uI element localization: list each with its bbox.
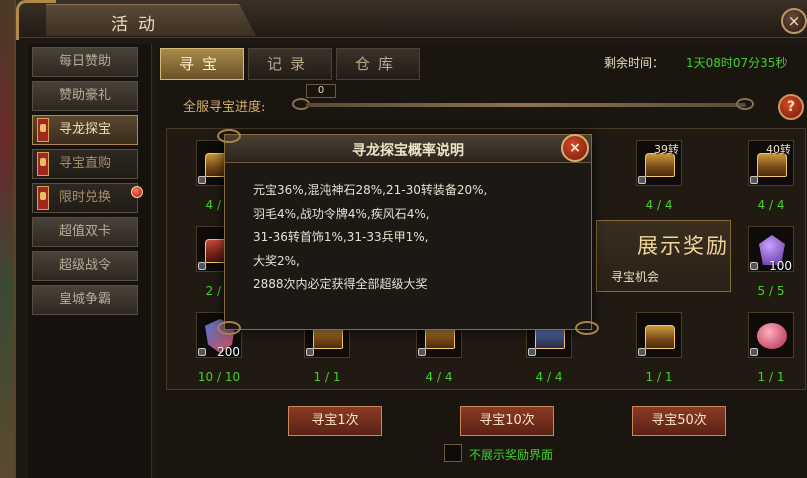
menu-item-double-card[interactable]: 超值双卡 <box>32 217 138 247</box>
tab-records[interactable]: 记录 <box>248 48 332 80</box>
activity-menu: 每日赞助 赞助豪礼 寻龙探宝 寻宝直购 限时兑换 超值双卡 超级战令 皇城争霸 <box>28 44 152 478</box>
menu-item-label: 超值双卡 <box>58 224 111 239</box>
timer-value: 1天08时07分35秒 <box>686 56 788 70</box>
hide-reward-checkbox[interactable] <box>444 444 462 462</box>
lock-icon <box>750 348 758 356</box>
treasure-ten-button[interactable]: 寻宝10次 <box>460 406 554 436</box>
slot-count: 4 / 4 <box>535 370 563 384</box>
menu-item-label: 皇城争霸 <box>58 292 111 307</box>
probability-line: 2888次内必定获得全部超级大奖 <box>253 277 428 291</box>
dialog-header: 寻龙探宝概率说明 <box>225 135 591 163</box>
progress-ornament-right <box>736 98 754 110</box>
menu-item-label: 寻宝直购 <box>58 156 111 171</box>
slot-count: 10 / 10 <box>197 370 241 384</box>
progress-bar <box>306 103 746 107</box>
lock-icon <box>198 348 206 356</box>
timer-label: 剩余时间： <box>604 56 665 70</box>
reward-banner-subtitle: 寻宝机会 <box>611 270 660 284</box>
progress-value: 0 <box>306 84 336 98</box>
lock-icon <box>750 176 758 184</box>
lock-icon <box>750 262 758 270</box>
dialog-title: 寻龙探宝概率说明 <box>352 143 464 159</box>
tab-warehouse[interactable]: 仓库 <box>336 48 420 80</box>
close-icon[interactable]: × <box>781 8 807 34</box>
probability-line: 元宝36%,混沌神石28%,21-30转装备20%, <box>253 183 488 197</box>
menu-item-treasure-purchase[interactable]: 寻宝直购 <box>32 149 138 179</box>
reward-slot[interactable] <box>748 312 794 358</box>
slot-count: 4 / 4 <box>645 198 673 212</box>
dialog-close-icon[interactable]: × <box>561 134 589 162</box>
menu-item-battle-pass[interactable]: 超级战令 <box>32 251 138 281</box>
lock-icon <box>418 348 426 356</box>
corner-ornament <box>217 129 241 143</box>
lock-icon <box>528 348 536 356</box>
banner-flag-icon <box>37 152 49 176</box>
slot-quantity: 200 <box>217 345 240 359</box>
slot-count: 4 / 4 <box>425 370 453 384</box>
lock-icon <box>638 348 646 356</box>
probability-dialog: 寻龙探宝概率说明 × 元宝36%,混沌神石28%,21-30转装备20%, 羽毛… <box>217 129 599 335</box>
menu-item-sponsor-gift[interactable]: 赞助豪礼 <box>32 81 138 111</box>
lock-icon <box>198 262 206 270</box>
lock-icon <box>198 176 206 184</box>
help-icon[interactable]: ? <box>778 94 804 120</box>
menu-item-city-war[interactable]: 皇城争霸 <box>32 285 138 315</box>
title-bar: 活动 × <box>16 0 807 40</box>
notification-dot-icon <box>131 186 143 198</box>
slot-count: 5 / 5 <box>757 284 785 298</box>
banner-flag-icon <box>37 186 49 210</box>
lock-icon <box>306 348 314 356</box>
treasure-chest-icon <box>645 325 675 349</box>
menu-item-daily-sponsor[interactable]: 每日赞助 <box>32 47 138 77</box>
probability-line: 羽毛4%,战功令牌4%,疾风石4%, <box>253 206 430 221</box>
menu-item-label: 限时兑换 <box>58 190 111 205</box>
menu-item-label: 寻龙探宝 <box>58 122 111 137</box>
slot-quantity: 100 <box>769 259 792 273</box>
window-title: 活动 <box>111 15 165 35</box>
reward-banner-title: 展示奖励 <box>637 234 729 258</box>
lock-icon <box>638 176 646 184</box>
banner-flag-icon <box>37 118 49 142</box>
menu-item-label: 赞助豪礼 <box>58 88 111 103</box>
dialog-body: 元宝36%,混沌神石28%,21-30转装备20%, 羽毛4%,战功令牌4%,疾… <box>253 179 583 297</box>
slot-level: 39转 <box>654 143 679 156</box>
reward-slot[interactable]: 40转 <box>748 140 794 186</box>
slot-count: 1 / 1 <box>645 370 673 384</box>
pink-meat-icon <box>757 323 787 349</box>
menu-item-label: 超级战令 <box>58 258 111 273</box>
reward-slot[interactable] <box>636 312 682 358</box>
slot-level: 40转 <box>766 143 791 156</box>
probability-line: 31-36转首饰1%,31-33兵甲1%, <box>253 230 429 244</box>
progress-label: 全服寻宝进度: <box>183 100 266 115</box>
menu-item-dragon-treasure[interactable]: 寻龙探宝 <box>32 115 138 145</box>
probability-line: 大奖2%, <box>253 253 300 268</box>
slot-count: 1 / 1 <box>313 370 341 384</box>
treasure-fifty-button[interactable]: 寻宝50次 <box>632 406 726 436</box>
hide-reward-label: 不展示奖励界面 <box>469 448 554 462</box>
reward-slot[interactable]: 100 <box>748 226 794 273</box>
corner-ornament <box>217 321 241 335</box>
slot-count: 1 / 1 <box>757 370 785 384</box>
reward-slot[interactable]: 39转 <box>636 140 682 186</box>
corner-ornament <box>575 321 599 335</box>
tab-treasure[interactable]: 寻宝 <box>160 48 244 80</box>
slot-count: 4 / 4 <box>757 198 785 212</box>
menu-item-limited-exchange[interactable]: 限时兑换 <box>32 183 143 213</box>
menu-item-label: 每日赞助 <box>58 54 111 69</box>
treasure-once-button[interactable]: 寻宝1次 <box>288 406 382 436</box>
